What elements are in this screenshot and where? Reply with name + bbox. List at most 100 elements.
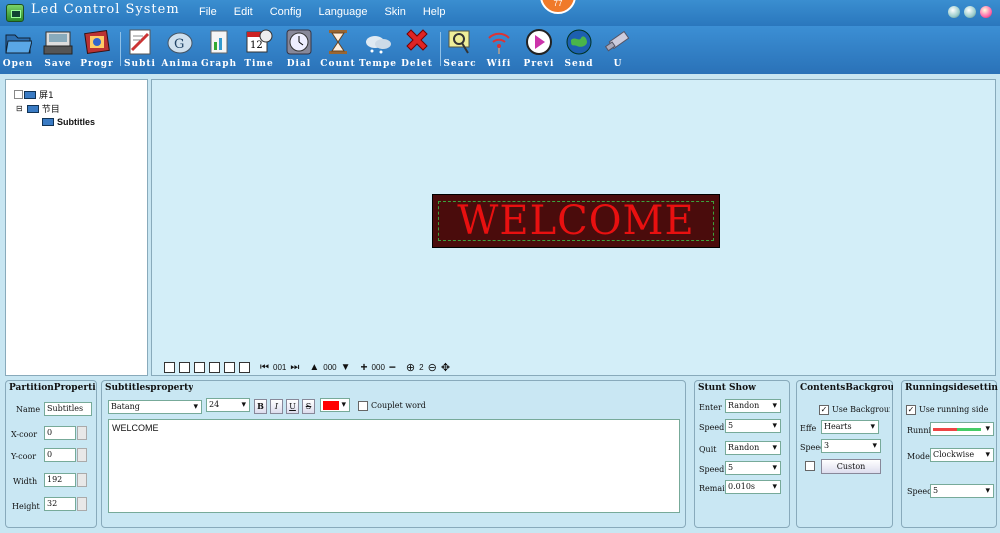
bold-button[interactable]: B	[254, 399, 267, 414]
x-field[interactable]: 0	[44, 426, 76, 440]
layout-icon[interactable]	[209, 361, 220, 373]
pattern-swatch	[933, 428, 981, 431]
width-field[interactable]: 192	[44, 473, 76, 487]
panel-title: Stunt Show	[698, 383, 756, 393]
menu-skin[interactable]: Skin	[384, 6, 405, 18]
use-running-side-checkbox[interactable]: ✓	[906, 405, 916, 415]
speed-select[interactable]: 3	[821, 439, 881, 453]
quit-effect-select[interactable]: Randon	[725, 441, 781, 455]
led-display[interactable]: WELCOME	[432, 194, 720, 248]
name-field[interactable]: Subtitles	[44, 402, 92, 416]
move-down-icon[interactable]: ▼	[341, 362, 351, 373]
program-button[interactable]: Progr	[80, 26, 114, 74]
color-swatch	[323, 401, 339, 410]
time-button[interactable]: 12 Time	[243, 26, 275, 74]
speed-select[interactable]: 5	[930, 484, 994, 498]
italic-button[interactable]: I	[270, 399, 283, 414]
effect-label: Effe	[800, 424, 817, 433]
layout-icon[interactable]	[224, 361, 235, 373]
preview-panel: WELCOME ⏮ 001 ⏭ ▲ 000 ▼ + 000 − ⊕ 2 ⊖ ✥	[151, 79, 996, 376]
y-spinner[interactable]	[77, 448, 87, 462]
zoom-out-icon[interactable]: ⊖	[428, 361, 437, 374]
minimize-icon[interactable]	[948, 6, 960, 18]
font-size-select[interactable]: 24	[206, 398, 250, 412]
open-button[interactable]: Open	[3, 26, 33, 74]
quit-speed-select[interactable]: 5	[725, 461, 781, 475]
couplet-checkbox[interactable]	[358, 401, 368, 411]
app-logo-icon	[6, 4, 24, 22]
use-background-checkbox[interactable]: ✓	[819, 405, 829, 415]
layout-icon[interactable]	[194, 361, 205, 373]
custom-checkbox[interactable]	[805, 461, 815, 471]
preview-button[interactable]: Previ	[522, 26, 556, 74]
maximize-icon[interactable]	[964, 6, 976, 18]
hourglass-icon	[323, 27, 353, 57]
color-picker[interactable]	[320, 398, 350, 412]
tree-node-screen[interactable]: 屏1	[14, 88, 54, 101]
close-icon[interactable]	[980, 6, 992, 18]
subtitle-button[interactable]: Subti	[124, 26, 156, 74]
height-field[interactable]: 32	[44, 497, 76, 511]
stunt-show-panel: Stunt Show Enter Randon Speed 5 Quit Ran…	[694, 380, 790, 528]
effect-select[interactable]: Hearts	[821, 420, 879, 434]
tree-label: 节目	[41, 105, 60, 115]
width-spinner[interactable]	[77, 473, 87, 487]
frame-number: 001	[273, 362, 287, 372]
tree-node-subtitles[interactable]: Subtitles	[42, 117, 95, 127]
graphic-icon	[204, 27, 234, 57]
animation-button[interactable]: G Anima	[161, 26, 198, 74]
font-select[interactable]: Batang	[108, 400, 202, 414]
enter-speed-select[interactable]: 5	[725, 419, 781, 433]
fit-icon[interactable]: ✥	[441, 361, 450, 374]
checkbox[interactable]	[14, 90, 23, 99]
height-label: Height	[12, 502, 40, 511]
delete-button[interactable]: Delet	[401, 26, 433, 74]
graph-button[interactable]: Graph	[201, 26, 236, 74]
speed-label: Speed	[907, 487, 931, 496]
speed-label: Speed	[699, 423, 725, 432]
panel-title: PartitionProperti	[9, 383, 96, 393]
mode-select[interactable]: Clockwise	[930, 448, 994, 462]
running-pattern-select[interactable]	[930, 422, 994, 436]
search-button[interactable]: Searc	[443, 26, 476, 74]
layout-icon[interactable]	[164, 361, 175, 373]
count-button[interactable]: Count	[320, 26, 355, 74]
strikethrough-button[interactable]: S	[302, 399, 315, 414]
usb-button[interactable]: U	[602, 26, 634, 74]
move-up-icon[interactable]: ▲	[309, 362, 319, 373]
send-button[interactable]: Send	[563, 26, 595, 74]
plus-icon[interactable]: +	[361, 360, 368, 374]
layout-icon[interactable]	[179, 361, 190, 373]
next-frame-icon[interactable]: ⏭	[290, 362, 299, 373]
program-tree-panel: 屏1 ⊟ 节目 Subtitles	[5, 79, 148, 376]
clock-icon	[284, 27, 314, 57]
subtitle-text-area[interactable]: WELCOME	[108, 419, 680, 513]
collapse-icon[interactable]: ⊟	[16, 104, 23, 113]
menu-config[interactable]: Config	[270, 6, 302, 18]
underline-button[interactable]: U	[286, 399, 299, 414]
wifi-button[interactable]: Wifi	[483, 26, 515, 74]
x-label: X-coor	[11, 430, 38, 439]
remain-label: Remain	[699, 484, 725, 493]
temperature-button[interactable]: Tempe	[359, 26, 396, 74]
save-button[interactable]: Save	[42, 26, 74, 74]
notification-badge[interactable]: 77	[540, 0, 576, 14]
zoom-in-icon[interactable]: ⊕	[406, 361, 415, 374]
menu-language[interactable]: Language	[319, 6, 368, 18]
layout-icon[interactable]	[239, 361, 250, 373]
y-field[interactable]: 0	[44, 448, 76, 462]
mode-label: Mode	[907, 452, 930, 461]
remain-time-select[interactable]: 0.010s	[725, 480, 781, 494]
first-frame-icon[interactable]: ⏮	[260, 362, 269, 373]
menu-edit[interactable]: Edit	[234, 6, 253, 18]
x-spinner[interactable]	[77, 426, 87, 440]
menu-help[interactable]: Help	[423, 6, 446, 18]
minus-icon[interactable]: −	[389, 360, 396, 374]
tree-node-program[interactable]: ⊟ 节目	[16, 102, 60, 115]
custom-button[interactable]: Custon	[821, 459, 881, 474]
enter-effect-select[interactable]: Randon	[725, 399, 781, 413]
dial-button[interactable]: Dial	[283, 26, 315, 74]
height-spinner[interactable]	[77, 497, 87, 511]
menu-file[interactable]: File	[199, 6, 217, 18]
partition-panel: PartitionProperti Name Subtitles X-coor …	[5, 380, 97, 528]
